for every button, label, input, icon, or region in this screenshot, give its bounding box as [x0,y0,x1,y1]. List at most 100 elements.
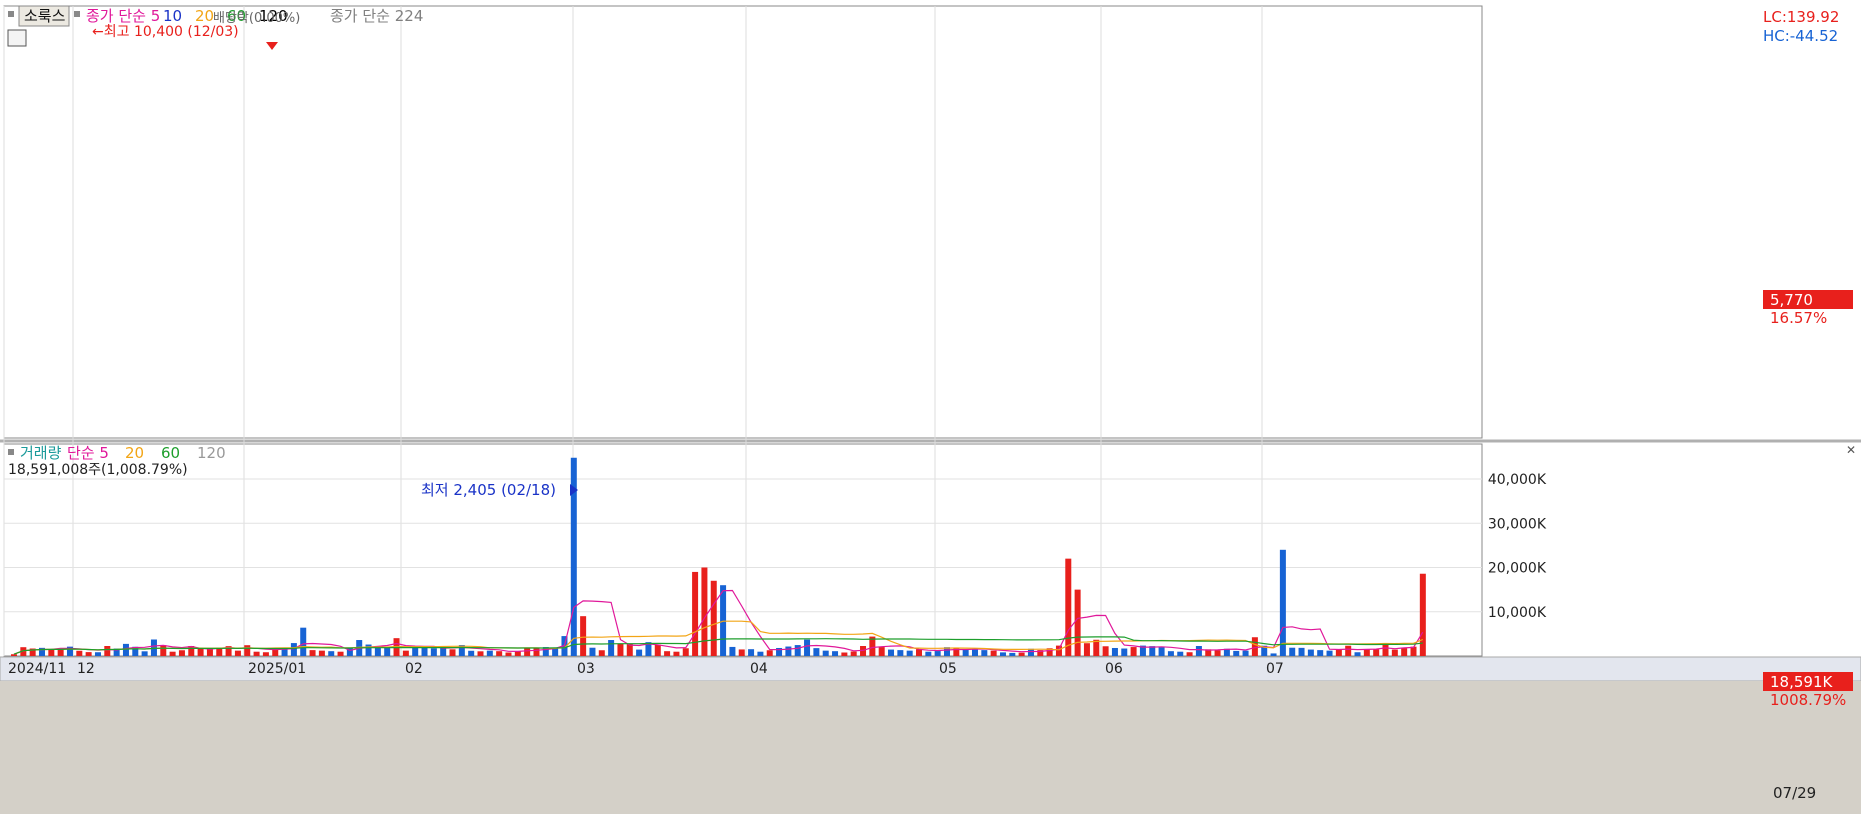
grid-table-icon [7,29,27,47]
price-change-pct: 16.57% [1770,309,1827,327]
volume-bar [1065,558,1072,656]
volume-bar [160,645,167,656]
legend-price-item: 종가 단순 5 [86,7,160,25]
volume-bar [253,651,260,656]
date-tick-label: 03 [577,661,595,677]
volume-bar [48,649,55,656]
close-icon[interactable]: ✕ [1846,443,1856,457]
volume-bar [664,651,671,656]
legend-price-item: 20 [195,7,214,25]
volume-bar [673,651,680,656]
volume-bar [169,651,176,656]
volume-bar [720,585,727,656]
volume-bar [692,571,699,656]
price-panel-frame [3,5,1483,439]
volume-bar [94,652,101,656]
volume-bar [934,651,941,656]
volume-tick-label: 30,000K [1488,516,1547,532]
volume-bar [1009,652,1016,656]
volume-bar [1279,549,1286,656]
volume-bar [1121,648,1128,656]
volume-bar [337,651,344,656]
date-tick-label: 2025/01 [248,661,306,677]
volume-change-pct: 1008.79% [1770,691,1846,709]
date-tick-label: 12 [77,661,95,677]
price-badge: 5,770 [1770,291,1813,309]
volume-bar [85,652,92,656]
volume-bar [888,649,895,656]
volume-bar [813,648,820,656]
lc-readout: LC:139.92 [1763,8,1839,26]
volume-bar [1158,646,1165,656]
volume-bar [430,648,437,656]
volume-bar [290,643,297,656]
volume-bar [1391,649,1398,656]
hc-readout: HC:-44.52 [1763,27,1838,45]
volume-bar [1289,647,1296,656]
volume-tick-label: 40,000K [1488,472,1547,488]
volume-bar [122,643,129,656]
volume-bar [1018,652,1025,656]
volume-bar [1242,650,1249,656]
volume-bar [1130,647,1137,656]
volume-bar [514,651,521,656]
volume-bar [76,650,83,656]
date-tick-label: 05 [939,661,957,677]
volume-bar [794,645,801,656]
volume-bar [1335,649,1342,656]
legend-square-icon [8,449,14,455]
volume-bar [971,649,978,656]
legend-volume-item: 단순 5 [67,444,109,462]
volume-bar [925,651,932,656]
legend-volume-item: 거래량 [20,444,62,462]
volume-bar [1307,649,1314,656]
volume-bar [486,650,493,656]
volume-bar [178,650,185,656]
volume-bar [468,650,475,656]
high-annotation: ←최고 10,400 (12/03) [92,24,239,40]
volume-bar [850,651,857,656]
footer-date-label: 07/29 [1773,784,1816,802]
volume-bar [589,647,596,656]
volume-bar [822,650,829,656]
volume-bar [309,650,316,656]
volume-bar [234,650,241,656]
volume-bar [1055,645,1062,656]
volume-bar [104,645,111,656]
volume-bar [766,650,773,656]
volume-tick-label: 10,000K [1488,605,1547,621]
volume-bar [617,643,624,656]
volume-bar [636,649,643,656]
volume-bar [897,650,904,656]
volume-bar [402,650,409,656]
volume-bar [1317,650,1324,656]
volume-bar [57,649,64,656]
volume-bar [141,651,148,656]
volume-bar [449,649,456,656]
volume-bar [300,627,307,656]
volume-bar [1111,647,1118,656]
volume-bar [1270,653,1277,656]
volume-bar [374,647,381,656]
volume-bar [1083,643,1090,656]
legend-square-icon [74,11,80,17]
volume-bar [244,645,251,656]
date-tick-label: 2024/11 [8,661,66,677]
low-annotation: 최저 2,405 (02/18) [421,481,556,499]
date-tick-label: 02 [405,661,423,677]
volume-bar [701,567,708,656]
volume-bar [1233,650,1240,656]
legend-price-item: 10 [163,7,182,25]
volume-bar [1251,637,1258,656]
volume-bar [412,647,419,656]
volume-bar [1326,650,1333,656]
date-tick-label: 04 [750,661,768,677]
volume-bar [748,649,755,656]
volume-bar [981,650,988,656]
volume-bar [1167,651,1174,656]
legend-volume-item: 20 [125,444,144,462]
volume-tick-label: 20,000K [1488,561,1547,577]
volume-bar [384,647,391,656]
volume-bar [710,580,717,656]
volume-bar [906,650,913,656]
